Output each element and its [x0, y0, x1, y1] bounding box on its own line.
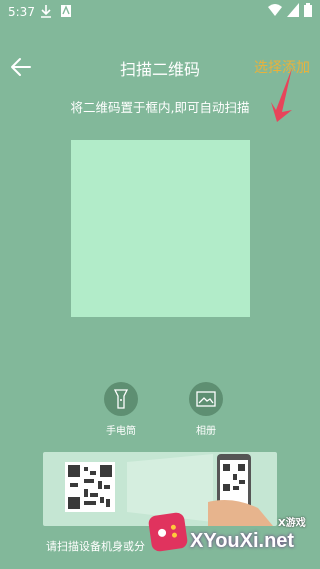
status-time: 5:37	[8, 5, 35, 19]
status-right	[268, 3, 312, 17]
wifi-icon	[268, 4, 282, 16]
flashlight-label: 手电筒	[106, 426, 136, 437]
gallery-label: 相册	[196, 426, 216, 437]
gamepad-logo-icon	[147, 511, 189, 553]
gallery-button[interactable]: 相册	[182, 382, 230, 437]
site-watermark: XYouXi.net X游戏	[147, 506, 320, 562]
battery-icon	[304, 3, 312, 17]
watermark-tag: X游戏	[278, 518, 306, 529]
signal-icon	[287, 3, 299, 17]
gallery-icon	[189, 382, 223, 416]
scan-frame	[71, 140, 250, 317]
pointer-arrow-annotation	[271, 68, 292, 122]
scan-hint: 将二维码置于框内,即可自动扫描	[70, 100, 250, 115]
watermark-text: XYouXi.net	[190, 530, 295, 552]
flashlight-button[interactable]: 手电筒	[97, 382, 145, 437]
status-bar: 5:37	[0, 0, 320, 24]
flashlight-icon	[104, 382, 138, 416]
download-icon	[41, 5, 51, 18]
notification-icon	[61, 5, 71, 17]
